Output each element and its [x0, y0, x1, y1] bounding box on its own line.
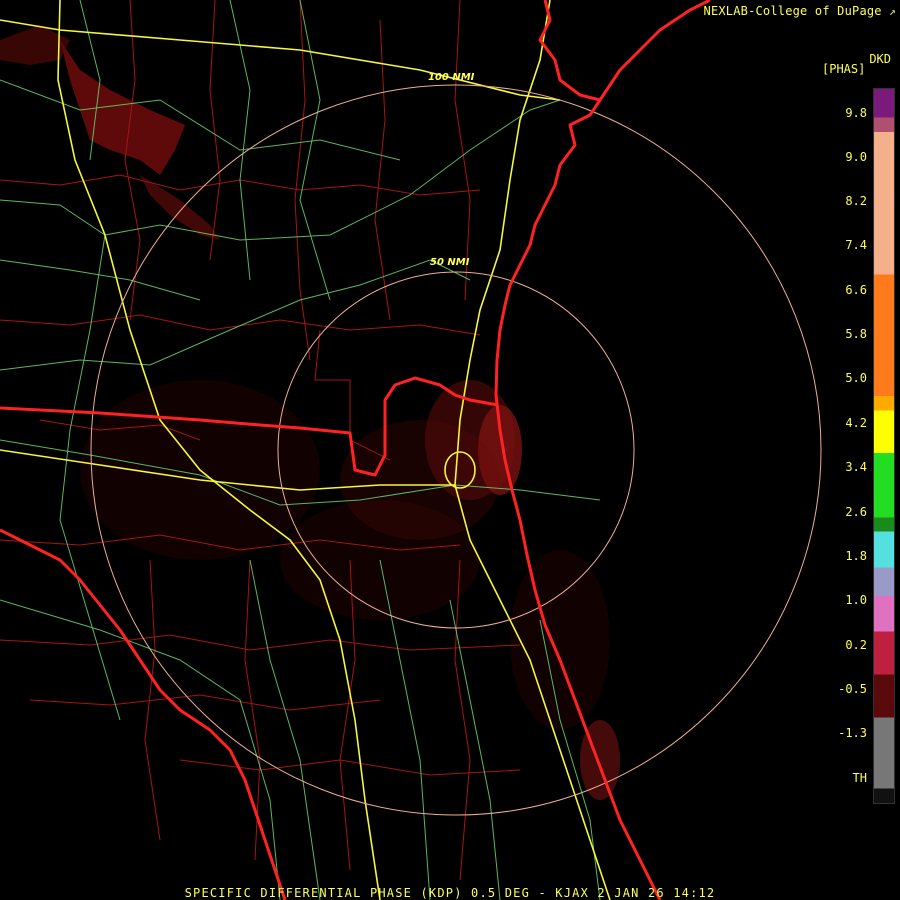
- scale-tick: 1.8: [845, 549, 867, 563]
- scale-tick: 0.2: [845, 638, 867, 652]
- scale-tick: 9.0: [845, 150, 867, 164]
- scale-tick: -1.3: [838, 726, 867, 740]
- scale-tick: 9.8: [845, 106, 867, 120]
- external-link-icon[interactable]: ↗: [889, 5, 896, 18]
- units-label: [PHAS]: [822, 62, 866, 76]
- color-scale-bar: [873, 88, 895, 804]
- scale-tick: 5.8: [845, 327, 867, 341]
- scale-tick: 6.6: [845, 283, 867, 297]
- scale-tick: 1.0: [845, 593, 867, 607]
- scale-tick: 4.2: [845, 416, 867, 430]
- range-label-100nmi: 100 NMI: [428, 72, 475, 83]
- range-label-50nmi: 50 NMI: [430, 257, 470, 268]
- scale-tick: -0.5: [838, 682, 867, 696]
- scale-tick: 5.0: [845, 371, 867, 385]
- credit-text: NEXLAB-College of DuPage: [703, 4, 882, 18]
- scale-tick: 8.2: [845, 194, 867, 208]
- credit-label: NEXLAB-College of DuPage ↗: [704, 4, 896, 18]
- scale-tick: TH: [852, 771, 867, 785]
- product-code: DKD: [869, 52, 891, 66]
- scale-tick: 7.4: [845, 238, 867, 252]
- product-caption: SPECIFIC DIFFERENTIAL PHASE (KDP) 0.5 DE…: [184, 886, 716, 900]
- scale-tick: 2.6: [845, 505, 867, 519]
- scale-tick: 3.4: [845, 460, 867, 474]
- radar-map: [0, 0, 822, 900]
